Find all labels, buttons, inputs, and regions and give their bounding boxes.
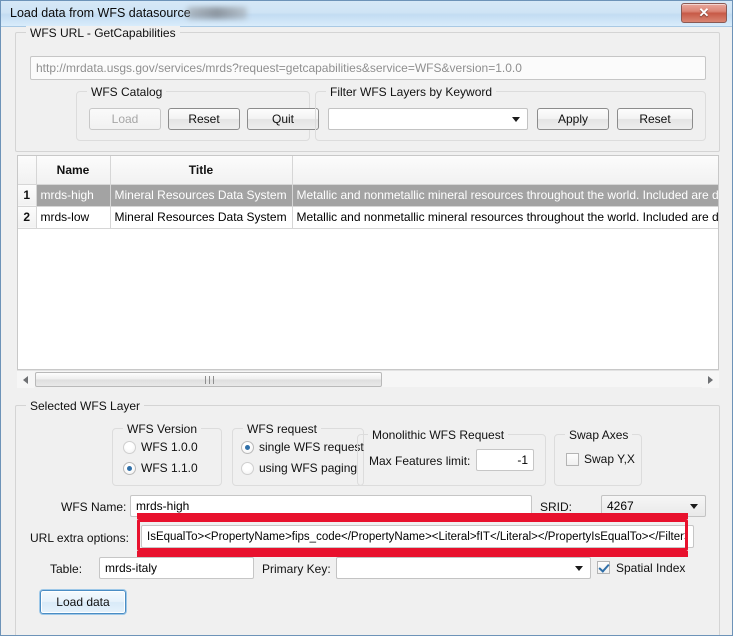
selected-layer-legend: Selected WFS Layer: [26, 399, 145, 413]
header-rownum: [18, 156, 37, 185]
radio-wfs-110[interactable]: [123, 462, 136, 475]
table-horizontal-scrollbar[interactable]: [17, 370, 719, 388]
catalog-load-button[interactable]: Load: [89, 108, 161, 130]
filter-keyword-legend: Filter WFS Layers by Keyword: [326, 85, 497, 99]
row-abstract: Metallic and nonmetallic mineral resourc…: [292, 206, 718, 229]
scrollbar-thumb[interactable]: [35, 372, 382, 387]
wfs-catalog-group: WFS Catalog Load Reset Quit: [76, 85, 319, 141]
monolithic-request-group: Monolithic WFS Request Max Features limi…: [357, 428, 546, 486]
row-abstract: Metallic and nonmetallic mineral resourc…: [292, 184, 718, 207]
row-number: 1: [18, 184, 37, 207]
table-header-row: Name Title: [18, 156, 718, 185]
table-label: Table:: [50, 562, 83, 576]
catalog-quit-button[interactable]: Quit: [247, 108, 319, 130]
swap-yx-label: Swap Y,X: [584, 452, 635, 466]
swap-axes-group: Swap Axes Swap Y,X: [554, 428, 642, 486]
row-title: Mineral Resources Data System: [110, 184, 293, 207]
srid-label: SRID:: [540, 500, 573, 514]
wfs-version-legend: WFS Version: [123, 422, 202, 436]
label-wfs-110: WFS 1.1.0: [141, 461, 198, 475]
chevron-down-icon: [512, 117, 520, 122]
monolithic-legend: Monolithic WFS Request: [368, 428, 509, 442]
highlight-bar-bottom: [137, 551, 688, 557]
close-button[interactable]: ✕: [681, 3, 727, 23]
redacted-title-region: [187, 7, 247, 19]
filter-keyword-group: Filter WFS Layers by Keyword Apply Reset: [315, 85, 706, 141]
label-wfs-paging: using WFS paging: [259, 461, 358, 475]
wfs-version-group: WFS Version WFS 1.0.0 WFS 1.1.0: [112, 422, 222, 486]
primary-key-label: Primary Key:: [262, 562, 331, 576]
dialog-client-area: WFS URL - GetCapabilities WFS Catalog Lo…: [1, 26, 732, 635]
swap-yx-checkbox[interactable]: [566, 453, 579, 466]
wfs-url-group-legend: WFS URL - GetCapabilities: [26, 26, 180, 40]
scroll-right-arrow-icon[interactable]: [702, 371, 719, 388]
wfs-name-label: WFS Name:: [61, 500, 127, 514]
wfs-url-input[interactable]: [30, 56, 706, 80]
scroll-left-arrow-icon[interactable]: [17, 371, 34, 388]
window-title: Load data from WFS datasource: [10, 6, 191, 20]
srid-value: 4267: [607, 499, 634, 513]
filter-apply-button[interactable]: Apply: [537, 108, 609, 130]
close-icon: ✕: [698, 5, 710, 20]
table-row[interactable]: 2 mrds-low Mineral Resources Data System…: [18, 206, 718, 229]
layers-grid: Name Title 1 mrds-high Mineral Resources…: [18, 156, 718, 229]
wfs-request-legend: WFS request: [243, 422, 322, 436]
label-single-request: single WFS request: [259, 440, 364, 454]
catalog-reset-button[interactable]: Reset: [168, 108, 240, 130]
row-title: Mineral Resources Data System: [110, 206, 293, 229]
primary-key-combo[interactable]: [336, 557, 591, 579]
table-row[interactable]: 1 mrds-high Mineral Resources Data Syste…: [18, 184, 718, 207]
radio-wfs-100[interactable]: [123, 441, 136, 454]
label-wfs-100: WFS 1.0.0: [141, 440, 198, 454]
max-features-input[interactable]: [476, 449, 534, 471]
header-name: Name: [36, 156, 111, 185]
chevron-down-icon: [575, 566, 583, 571]
row-name: mrds-high: [36, 184, 111, 207]
spatial-index-checkbox[interactable]: [597, 561, 610, 574]
chevron-down-icon: [690, 504, 698, 509]
scrollbar-grip-icon: [204, 376, 214, 384]
wfs-dialog-window: Load data from WFS datasource ✕ WFS URL …: [0, 0, 733, 636]
table-name-input[interactable]: [99, 557, 254, 579]
selected-wfs-layer-group: Selected WFS Layer WFS Version WFS 1.0.0…: [15, 399, 720, 635]
header-abstract: [292, 156, 718, 185]
header-title: Title: [110, 156, 293, 185]
highlight-bar-top: [137, 513, 688, 519]
radio-wfs-paging[interactable]: [241, 462, 254, 475]
url-extra-options-input[interactable]: [141, 525, 694, 548]
filter-reset-button[interactable]: Reset: [617, 108, 693, 130]
wfs-layers-table[interactable]: Name Title 1 mrds-high Mineral Resources…: [17, 155, 719, 370]
radio-single-request[interactable]: [241, 441, 254, 454]
filter-keyword-combo[interactable]: [328, 108, 528, 130]
wfs-url-group: WFS URL - GetCapabilities WFS Catalog Lo…: [15, 26, 720, 152]
wfs-catalog-legend: WFS Catalog: [87, 85, 167, 99]
spatial-index-label: Spatial Index: [616, 561, 686, 575]
url-extra-options-label: URL extra options:: [30, 531, 129, 545]
swap-axes-legend: Swap Axes: [565, 428, 633, 442]
wfs-request-group: WFS request single WFS request using WFS…: [232, 422, 364, 486]
row-number: 2: [18, 206, 37, 229]
max-features-label: Max Features limit:: [369, 454, 471, 468]
row-name: mrds-low: [36, 206, 111, 229]
title-bar: Load data from WFS datasource ✕: [1, 1, 732, 27]
load-data-button[interactable]: Load data: [40, 590, 126, 614]
